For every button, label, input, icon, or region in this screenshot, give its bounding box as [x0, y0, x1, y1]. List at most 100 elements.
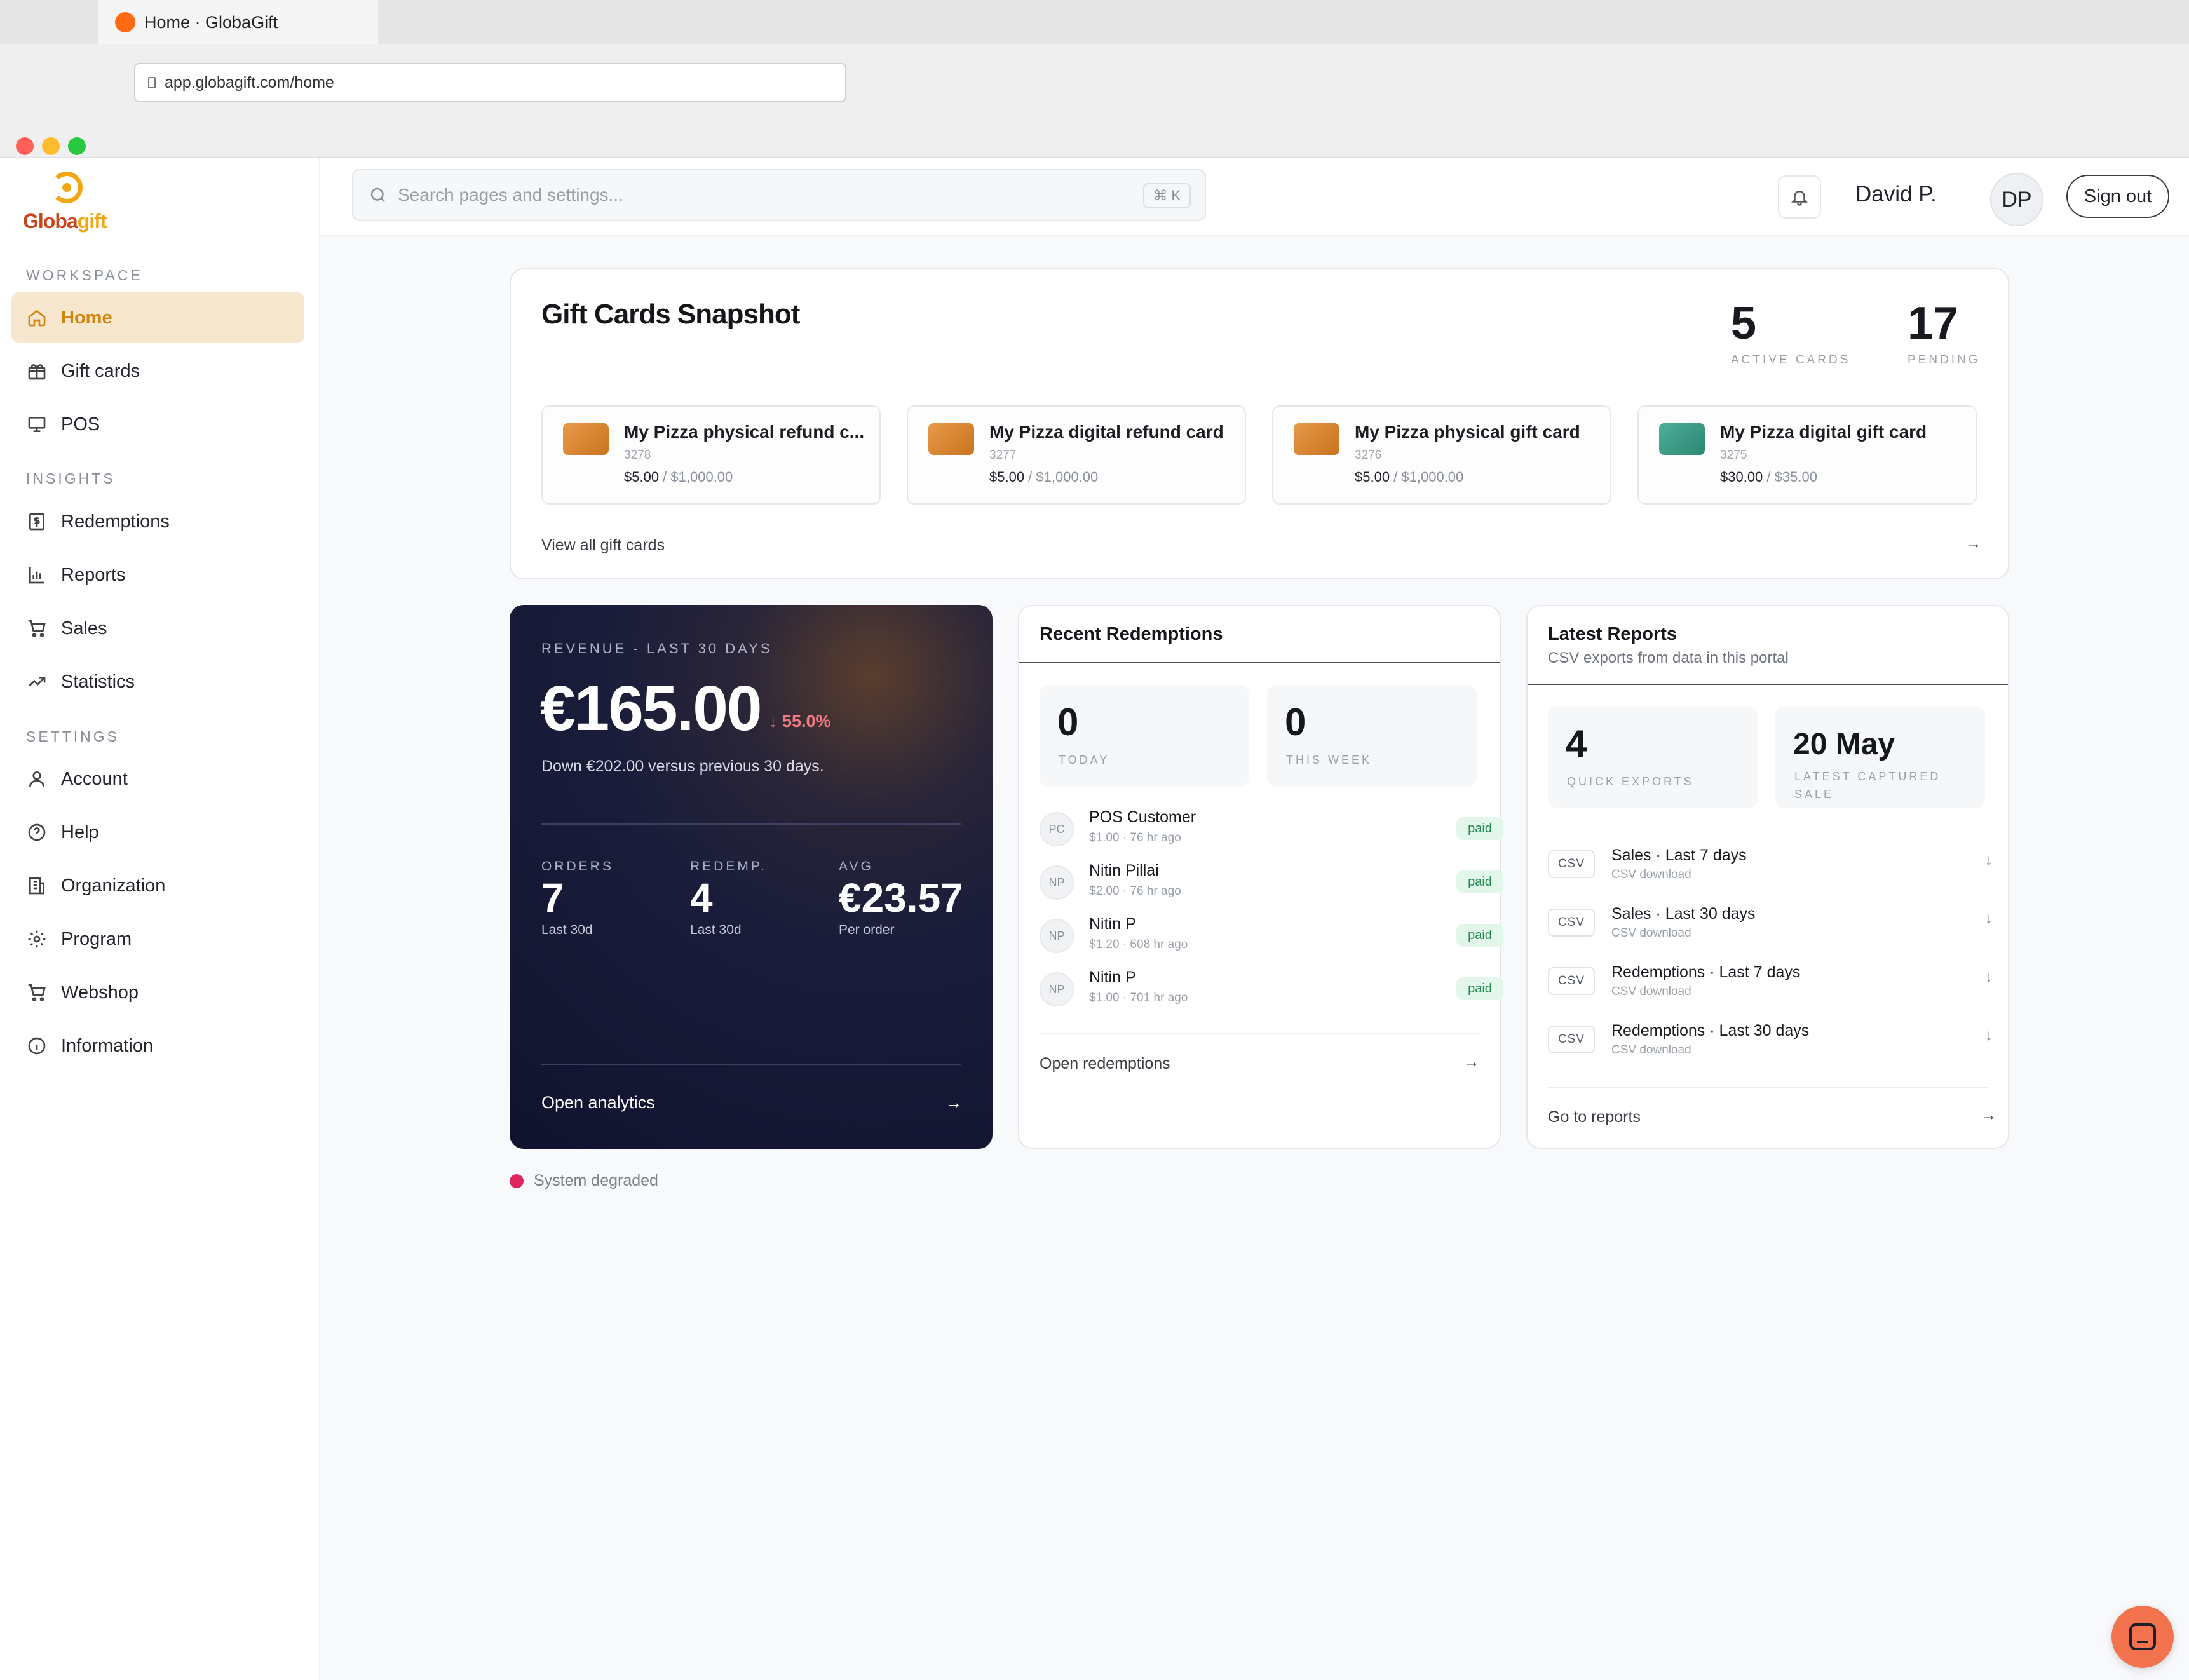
arrow-right-icon[interactable]: →	[1966, 535, 1981, 553]
notifications-button[interactable]	[1778, 175, 1821, 219]
sidebar-item-organization[interactable]: Organization	[11, 860, 304, 911]
sidebar-item-program[interactable]: Program	[11, 914, 304, 965]
recent-redemptions-card: Recent Redemptions 0 TODAY 0 THIS WEEK P…	[1018, 605, 1503, 1149]
orders-sub: Last 30d	[541, 923, 593, 937]
download-icon[interactable]: ↓	[1985, 851, 1993, 869]
orders-label: ORDERS	[541, 859, 614, 874]
browser-tab-strip: Home · GlobaGift	[0, 0, 2189, 44]
cart-icon	[25, 617, 48, 640]
sidebar-item-home[interactable]: Home	[11, 292, 304, 343]
divider	[541, 823, 961, 825]
close-window-button[interactable]	[16, 137, 34, 155]
redemptions-label: REDEMP.	[690, 859, 767, 874]
gift-card-tile[interactable]: My Pizza physical refund c... 3278 $5.00…	[541, 405, 881, 505]
avg-label: AVG	[839, 859, 874, 874]
sidebar-item-sales[interactable]: Sales	[11, 603, 304, 654]
sidebar-item-label: Information	[61, 1035, 154, 1056]
tab-title: Home · GlobaGift	[144, 12, 278, 32]
building-icon	[25, 874, 48, 897]
gift-card-tile[interactable]: My Pizza physical gift card 3276 $5.00 /…	[1272, 405, 1611, 505]
customer-name: POS Customer	[1089, 808, 1196, 826]
divider	[1040, 1033, 1481, 1034]
avatar: PC	[1040, 812, 1074, 846]
gift-card-balance: $30.00 / $35.00	[1720, 469, 1817, 485]
csv-tag: CSV	[1548, 909, 1595, 937]
sign-out-button[interactable]: Sign out	[2066, 175, 2169, 218]
gift-card-id: 3275	[1720, 449, 1747, 462]
arrow-right-icon[interactable]: →	[945, 1093, 962, 1113]
avatar[interactable]: DP	[1990, 173, 2043, 226]
report-name: Redemptions · Last 7 days	[1611, 963, 1801, 981]
today-value: 0	[1057, 701, 1079, 743]
active-cards-label: ACTIVE CARDS	[1731, 353, 1851, 367]
arrow-right-icon[interactable]: →	[1981, 1107, 1996, 1125]
download-icon[interactable]: ↓	[1985, 968, 1993, 986]
sidebar-item-label: Sales	[61, 618, 107, 639]
report-name: Sales · Last 7 days	[1611, 846, 1747, 864]
list-item[interactable]: NP Nitin P $1.00 · 701 hr ago paid	[1040, 967, 1503, 1014]
open-analytics-link[interactable]: Open analytics	[541, 1093, 655, 1113]
divider	[1528, 684, 2008, 685]
chat-launcher-button[interactable]	[2111, 1606, 2174, 1668]
search-input[interactable]: Search pages and settings... ⌘ K	[352, 169, 1206, 221]
list-item[interactable]: NP Nitin P $1.20 · 608 hr ago paid	[1040, 914, 1503, 961]
globagift-logo[interactable]: Globagift	[23, 168, 112, 238]
sidebar-item-label: Organization	[61, 875, 166, 896]
sidebar-item-help[interactable]: Help	[11, 807, 304, 858]
download-icon[interactable]: ↓	[1985, 1027, 1993, 1045]
reports-subtitle: CSV exports from data in this portal	[1548, 649, 1789, 667]
minimize-window-button[interactable]	[42, 137, 60, 155]
user-name[interactable]: David P.	[1855, 182, 1937, 207]
list-item[interactable]: CSV Sales · Last 30 days CSV download ↓	[1548, 901, 1993, 945]
sidebar-item-gift-cards[interactable]: Gift cards	[11, 346, 304, 396]
maximize-window-button[interactable]	[68, 137, 86, 155]
csv-tag: CSV	[1548, 1026, 1595, 1053]
customer-name: Nitin P	[1089, 915, 1136, 933]
open-redemptions-link[interactable]: Open redemptions	[1040, 1055, 1170, 1073]
go-to-reports-link[interactable]: Go to reports	[1548, 1108, 1641, 1127]
view-all-gift-cards-link[interactable]: View all gift cards	[541, 536, 665, 555]
status-badge: paid	[1456, 924, 1503, 947]
sidebar-item-label: Help	[61, 822, 99, 843]
latest-reports-card: Latest Reports CSV exports from data in …	[1526, 605, 2009, 1149]
list-item[interactable]: CSV Redemptions · Last 7 days CSV downlo…	[1548, 959, 1993, 1004]
status-badge: paid	[1456, 977, 1503, 1000]
report-detail: CSV download	[1611, 868, 1691, 881]
home-icon	[25, 306, 48, 329]
arrow-right-icon[interactable]: →	[1464, 1053, 1479, 1071]
gear-icon	[25, 928, 48, 951]
address-bar[interactable]: app.globagift.com/home	[134, 63, 846, 102]
csv-tag: CSV	[1548, 850, 1595, 878]
url-text: app.globagift.com/home	[165, 73, 334, 91]
sidebar-item-account[interactable]: Account	[11, 754, 304, 804]
system-status: System degraded	[510, 1172, 658, 1190]
list-item[interactable]: CSV Redemptions · Last 30 days CSV downl…	[1548, 1018, 1993, 1062]
divider	[1019, 662, 1500, 663]
revenue-change: ↓ 55.0%	[769, 712, 831, 731]
gift-card-tile[interactable]: My Pizza digital refund card 3277 $5.00 …	[907, 405, 1246, 505]
list-item[interactable]: PC POS Customer $1.00 · 76 hr ago paid	[1040, 807, 1503, 854]
snapshot-title: Gift Cards Snapshot	[541, 299, 800, 330]
redemption-detail: $1.00 · 701 hr ago	[1089, 991, 1188, 1005]
report-detail: CSV download	[1611, 926, 1691, 940]
sidebar-item-reports[interactable]: Reports	[11, 550, 304, 600]
download-icon[interactable]: ↓	[1985, 910, 1993, 928]
status-badge: paid	[1456, 870, 1503, 893]
browser-tab[interactable]: Home · GlobaGift	[98, 0, 378, 44]
sidebar-item-redemptions[interactable]: Redemptions	[11, 496, 304, 547]
avg-sub: Per order	[839, 923, 895, 937]
csv-tag: CSV	[1548, 967, 1595, 995]
gift-card-tile[interactable]: My Pizza digital gift card 3275 $30.00 /…	[1637, 405, 1977, 505]
list-item[interactable]: CSV Sales · Last 7 days CSV download ↓	[1548, 843, 1993, 887]
sidebar-item-information[interactable]: Information	[11, 1020, 304, 1071]
latest-sale-value: 20 May	[1793, 728, 1895, 761]
sidebar-item-statistics[interactable]: Statistics	[11, 656, 304, 707]
sidebar-item-webshop[interactable]: Webshop	[11, 967, 304, 1018]
list-item[interactable]: NP Nitin Pillai $2.00 · 76 hr ago paid	[1040, 860, 1503, 907]
sidebar-item-label: Program	[61, 928, 132, 949]
sidebar-item-pos[interactable]: POS	[11, 399, 304, 450]
reports-title: Latest Reports	[1548, 624, 1677, 644]
gift-card-name: My Pizza physical gift card	[1355, 422, 1580, 442]
top-bar: Search pages and settings... ⌘ K David P…	[320, 158, 2189, 236]
sidebar-item-label: Home	[61, 307, 112, 328]
